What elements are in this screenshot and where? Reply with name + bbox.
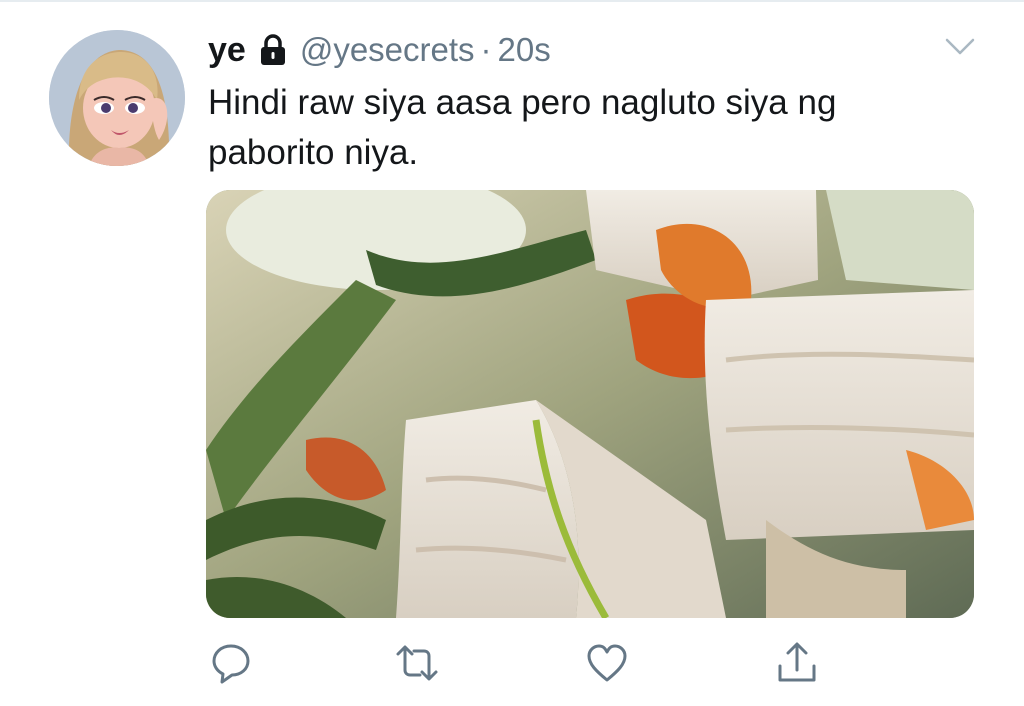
display-name[interactable]: ye xyxy=(208,31,246,70)
tweet-text-line: Hindi raw siya aasa pero nagluto siya ng xyxy=(208,83,837,122)
avatar[interactable] xyxy=(49,30,185,166)
tweet-actions xyxy=(0,640,1024,690)
handle[interactable]: @yesecrets xyxy=(300,31,475,69)
lock-icon xyxy=(258,33,288,67)
timestamp[interactable]: 20s xyxy=(498,31,551,69)
tweet-text: Hindi raw siya aasa pero nagluto siya ng… xyxy=(208,78,988,178)
tweet-text-line: paborito niya. xyxy=(208,133,419,172)
retweet-icon[interactable] xyxy=(394,640,440,686)
like-icon[interactable] xyxy=(584,640,630,686)
share-icon[interactable] xyxy=(774,640,820,686)
tweet-header: ye @yesecrets · 20s xyxy=(208,28,551,72)
chevron-down-icon[interactable] xyxy=(944,36,976,58)
tweet-photo[interactable] xyxy=(206,190,974,618)
top-divider xyxy=(0,0,1024,2)
separator: · xyxy=(480,31,492,68)
reply-icon[interactable] xyxy=(208,640,254,686)
